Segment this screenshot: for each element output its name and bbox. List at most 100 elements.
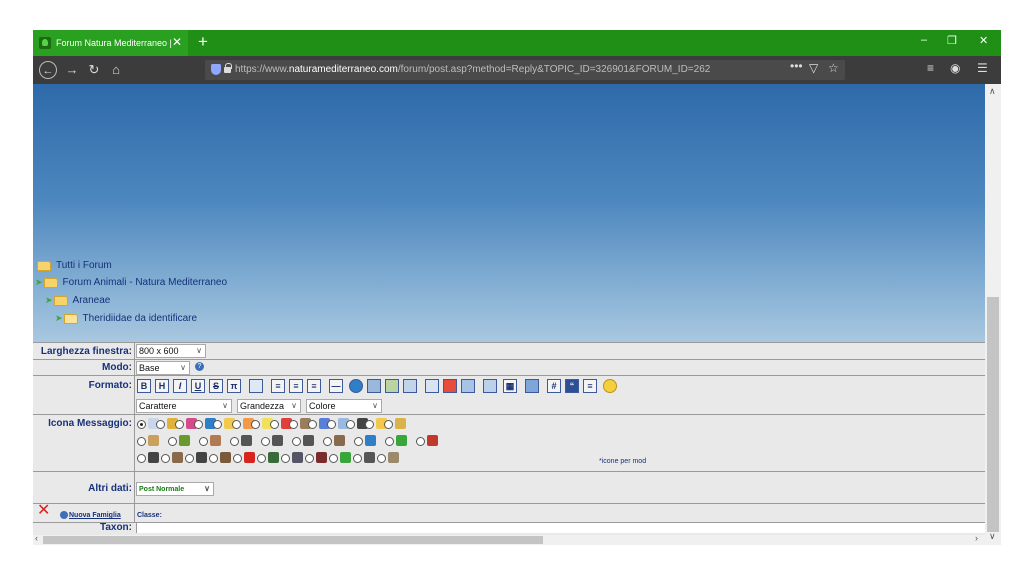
message-icon-radio[interactable] xyxy=(281,454,290,463)
horizontal-rule-icon[interactable]: — xyxy=(329,379,343,393)
message-icon-radio[interactable] xyxy=(194,420,203,429)
message-icon-radio[interactable] xyxy=(230,437,239,446)
breadcrumb-item-theridiidae[interactable]: ➤ Theridiidae da identificare xyxy=(55,313,197,324)
italic-button[interactable]: I xyxy=(173,379,187,393)
vertical-scrollbar[interactable]: ∧ ∨ xyxy=(985,84,1001,545)
message-icon-radio[interactable] xyxy=(416,437,425,446)
breadcrumb-item-forum-animali[interactable]: ➤ Forum Animali - Natura Mediterraneo xyxy=(35,277,227,288)
scroll-right-icon[interactable]: › xyxy=(975,533,978,543)
pi-button[interactable]: π xyxy=(227,379,241,393)
back-icon[interactable]: ← xyxy=(39,61,57,79)
align-right-icon[interactable]: ≡ xyxy=(307,379,321,393)
scroll-left-icon[interactable]: ‹ xyxy=(35,533,38,543)
message-icon-radio[interactable] xyxy=(161,454,170,463)
message-icon-radio[interactable] xyxy=(251,420,260,429)
message-icon-radio[interactable] xyxy=(329,454,338,463)
page-icon[interactable] xyxy=(249,379,263,393)
window-close-icon[interactable]: ✕ xyxy=(979,34,988,47)
vertical-scroll-thumb[interactable] xyxy=(987,297,999,532)
globe-link-icon[interactable] xyxy=(349,379,363,393)
bookmark-star-icon[interactable]: ☆ xyxy=(828,61,839,75)
bold-button[interactable]: B xyxy=(137,379,151,393)
message-icon-radio[interactable] xyxy=(323,437,332,446)
home-icon[interactable]: ⌂ xyxy=(107,61,125,79)
youtube-icon[interactable] xyxy=(443,379,457,393)
page-actions-icon[interactable]: ••• xyxy=(790,59,803,73)
horizontal-scrollbar[interactable]: ‹ › xyxy=(33,533,985,545)
attach-icon[interactable] xyxy=(483,379,497,393)
help-icon[interactable]: ? xyxy=(195,362,204,371)
message-icon-radio[interactable] xyxy=(305,454,314,463)
message-icon-radio[interactable] xyxy=(257,454,266,463)
forward-icon[interactable]: → xyxy=(63,61,81,79)
email-icon[interactable] xyxy=(367,379,381,393)
heading-button[interactable]: H xyxy=(155,379,169,393)
message-icon-radio[interactable] xyxy=(346,420,355,429)
help-icon[interactable] xyxy=(60,511,68,519)
upload-icon[interactable] xyxy=(461,379,475,393)
table-icon[interactable]: ▦ xyxy=(503,379,517,393)
message-icon-radio[interactable] xyxy=(327,420,336,429)
strikethrough-button[interactable]: S xyxy=(209,379,223,393)
close-tab-icon[interactable]: ✕ xyxy=(172,36,182,48)
message-icon-radio[interactable] xyxy=(213,420,222,429)
message-icon-radio[interactable] xyxy=(209,454,218,463)
restore-icon[interactable]: ❐ xyxy=(947,34,957,47)
mode-select[interactable]: Base ∨ xyxy=(136,361,190,375)
window-width-select[interactable]: 800 x 600 ∨ xyxy=(136,344,206,358)
list-icon[interactable]: ≡ xyxy=(583,379,597,393)
image-icon[interactable] xyxy=(385,379,399,393)
remove-icon[interactable]: ✕ xyxy=(37,503,50,519)
message-icon-radio[interactable] xyxy=(377,454,386,463)
message-icon-radio[interactable] xyxy=(137,420,146,429)
scroll-up-icon[interactable]: ∧ xyxy=(989,86,996,97)
message-icon-radio[interactable] xyxy=(199,437,208,446)
pocket-icon[interactable]: ▽ xyxy=(809,61,818,75)
message-icon-radio[interactable] xyxy=(156,420,165,429)
code-icon[interactable]: # xyxy=(547,379,561,393)
message-icon-radio[interactable] xyxy=(137,437,146,446)
message-icon-radio[interactable] xyxy=(365,420,374,429)
horizontal-scroll-thumb[interactable] xyxy=(43,536,543,544)
new-family-link[interactable]: Nuova Famiglia xyxy=(69,512,121,519)
message-icon-radio[interactable] xyxy=(185,454,194,463)
underline-button[interactable]: U xyxy=(191,379,205,393)
scroll-down-icon[interactable]: ∨ xyxy=(989,531,996,542)
browser-tab[interactable]: Forum Natura Mediterraneo | F ✕ xyxy=(33,30,188,56)
message-icon-radio[interactable] xyxy=(292,437,301,446)
message-icon-radio[interactable] xyxy=(232,420,241,429)
breadcrumb-item-all-forums[interactable]: Tutti i Forum xyxy=(37,260,112,271)
font-size-select[interactable]: Grandezza ∨ xyxy=(237,399,301,413)
video-icon[interactable] xyxy=(425,379,439,393)
message-icon-radio[interactable] xyxy=(354,437,363,446)
align-center-icon[interactable]: ≡ xyxy=(289,379,303,393)
post-type-select[interactable]: Post Normale ∨ xyxy=(136,482,214,496)
link-icon[interactable] xyxy=(525,379,539,393)
library-icon[interactable]: ≡ xyxy=(927,61,934,75)
new-tab-icon[interactable]: + xyxy=(198,33,208,51)
message-icon-radio[interactable] xyxy=(353,454,362,463)
message-icon-radio[interactable] xyxy=(168,437,177,446)
font-family-select[interactable]: Carattere ∨ xyxy=(136,399,232,413)
quote-icon[interactable]: “ xyxy=(565,379,579,393)
tracking-shield-icon[interactable] xyxy=(211,64,221,75)
message-icon-radio[interactable] xyxy=(385,437,394,446)
lock-icon[interactable] xyxy=(224,63,232,73)
message-icon-radio[interactable] xyxy=(384,420,393,429)
reload-icon[interactable]: ↻ xyxy=(85,61,103,79)
message-icon-radio[interactable] xyxy=(270,420,279,429)
taxon-field[interactable] xyxy=(136,523,985,533)
message-icon-radio[interactable] xyxy=(289,420,298,429)
gallery-icon[interactable] xyxy=(403,379,417,393)
account-icon[interactable]: ◉ xyxy=(950,61,960,75)
font-color-select[interactable]: Colore ∨ xyxy=(306,399,382,413)
smiley-icon[interactable] xyxy=(603,379,617,393)
menu-icon[interactable]: ☰ xyxy=(977,61,988,75)
align-left-icon[interactable]: ≡ xyxy=(271,379,285,393)
message-icon-radio[interactable] xyxy=(137,454,146,463)
message-icon-radio[interactable] xyxy=(308,420,317,429)
message-icon-radio[interactable] xyxy=(233,454,242,463)
url-bar[interactable]: https://www.naturamediterraneo.com/forum… xyxy=(205,60,845,80)
message-icon-radio[interactable] xyxy=(175,420,184,429)
breadcrumb-item-araneae[interactable]: ➤ Araneae xyxy=(45,295,110,306)
